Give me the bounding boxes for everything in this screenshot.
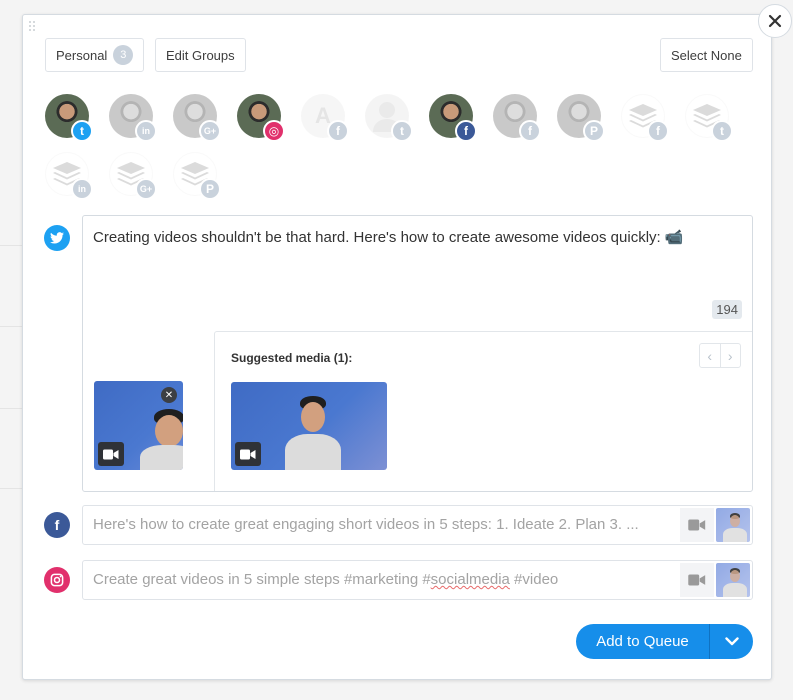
edit-groups-label: Edit Groups (166, 47, 235, 63)
facebook-composer[interactable]: Here's how to create great engaging shor… (82, 505, 753, 545)
suggested-media-pager: ‹ › (699, 343, 741, 368)
profile-avatar-linkedin[interactable]: in (45, 152, 93, 200)
suggested-media-title: Suggested media (1): (231, 351, 353, 365)
video-camera-icon (98, 442, 124, 466)
facebook-icon: f (327, 120, 349, 142)
profile-avatar-twitter[interactable]: t (45, 94, 93, 142)
twitter-icon: t (71, 120, 93, 142)
group-count-badge: 3 (113, 45, 134, 65)
attached-video-thumbnail[interactable]: ✕ (94, 381, 183, 470)
linkedin-icon: in (71, 178, 93, 200)
add-video-button[interactable] (680, 508, 714, 542)
pager-prev-button[interactable]: ‹ (700, 344, 720, 367)
character-count: 194 (712, 300, 742, 319)
close-icon (768, 14, 782, 28)
chevron-down-icon (724, 637, 739, 646)
select-none-button[interactable]: Select None (660, 38, 753, 72)
background-divider (0, 245, 22, 246)
select-none-label: Select None (671, 47, 742, 63)
profile-avatar-facebook[interactable]: f (429, 94, 477, 142)
background-divider (0, 488, 22, 489)
add-to-queue-split-button: Add to Queue (576, 624, 753, 659)
profile-avatar-facebook[interactable]: f (621, 94, 669, 142)
close-button[interactable] (758, 4, 792, 38)
background-divider (0, 408, 22, 409)
twitter-icon: t (391, 120, 413, 142)
profile-avatar-linkedin[interactable]: in (109, 94, 157, 142)
facebook-icon: f (647, 120, 669, 142)
profile-avatar-twitter[interactable]: t (365, 94, 413, 142)
instagram-composer[interactable]: Create great videos in 5 simple steps #m… (82, 560, 753, 600)
suggested-media-panel: Suggested media (1): ‹ › (214, 331, 752, 491)
instagram-text-start: Create great videos in 5 simple steps #m… (93, 571, 431, 588)
group-label: Personal (56, 47, 108, 63)
profile-avatar-twitter[interactable]: t (685, 94, 733, 142)
video-camera-icon (688, 574, 706, 586)
facebook-post-text[interactable]: Here's how to create great engaging shor… (93, 516, 639, 533)
instagram-media-thumbnail[interactable] (716, 563, 750, 597)
profile-avatar-facebook[interactable]: f (493, 94, 541, 142)
profile-avatar-facebook[interactable]: Af (301, 94, 349, 142)
edit-groups-button[interactable]: Edit Groups (155, 38, 246, 72)
spellcheck-flagged-word: socialmedia (430, 571, 510, 588)
add-video-button[interactable] (680, 563, 714, 597)
pinterest-icon: P (199, 178, 221, 200)
profile-avatar-instagram[interactable]: ◎ (237, 94, 285, 142)
video-camera-icon (688, 519, 706, 531)
instagram-icon: ◎ (263, 120, 285, 142)
facebook-icon: f (455, 120, 477, 142)
instagram-text-end: #video (509, 571, 559, 588)
twitter-icon (44, 225, 70, 251)
facebook-media-thumbnail[interactable] (716, 508, 750, 542)
thumbnail-person (283, 396, 343, 470)
drag-handle-icon[interactable] (29, 21, 37, 33)
thumbnail-person (140, 401, 183, 470)
facebook-icon: f (44, 512, 70, 538)
instagram-icon (44, 567, 70, 593)
twitter-post-text[interactable]: Creating videos shouldn't be that hard. … (93, 228, 732, 248)
google-plus-icon: G+ (135, 178, 157, 200)
profile-avatar-google-plus[interactable]: G+ (173, 94, 221, 142)
facebook-icon: f (519, 120, 541, 142)
profile-avatar-google-plus[interactable]: G+ (109, 152, 157, 200)
linkedin-icon: in (135, 120, 157, 142)
pinterest-icon: P (583, 120, 605, 142)
profile-avatar-pinterest[interactable]: P (557, 94, 605, 142)
twitter-icon: t (711, 120, 733, 142)
google-plus-icon: G+ (199, 120, 221, 142)
group-personal-button[interactable]: Personal 3 (45, 38, 145, 72)
video-camera-icon (235, 442, 261, 466)
background-divider (0, 326, 22, 327)
instagram-post-text[interactable]: Create great videos in 5 simple steps #m… (93, 571, 558, 588)
add-to-queue-button[interactable]: Add to Queue (576, 624, 710, 659)
suggested-video-thumbnail[interactable] (231, 382, 387, 470)
twitter-composer[interactable]: Creating videos shouldn't be that hard. … (82, 215, 753, 492)
pager-next-button[interactable]: › (719, 344, 741, 367)
profile-avatar-pinterest[interactable]: P (173, 152, 221, 200)
queue-options-dropdown[interactable] (710, 624, 753, 659)
remove-media-button[interactable]: ✕ (161, 387, 177, 403)
